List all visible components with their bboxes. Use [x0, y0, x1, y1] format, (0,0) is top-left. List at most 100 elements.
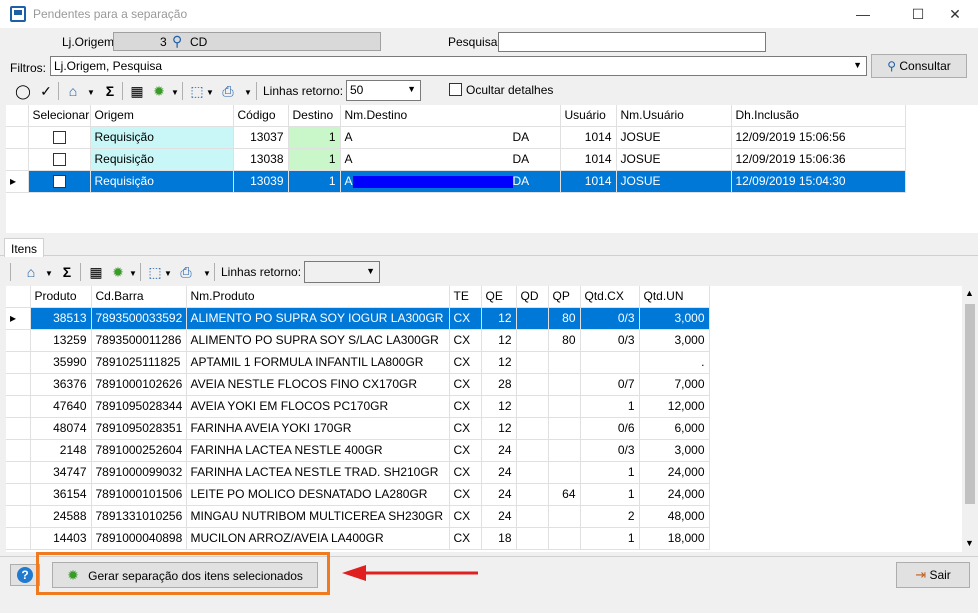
- home-icon[interactable]: ⌂: [64, 82, 82, 100]
- home-icon[interactable]: ⌂: [22, 263, 40, 281]
- caret-down-icon[interactable]: ▼: [206, 88, 214, 97]
- table-cell: CX: [449, 505, 482, 528]
- scroll-down-icon[interactable]: ▼: [965, 538, 974, 548]
- table-cell: [516, 439, 549, 462]
- gerar-separacao-label: Gerar separação dos itens selecionados: [88, 569, 303, 583]
- table-row[interactable]: 34747 7891000099032 FARINHA LACTEA NESTLE …: [6, 461, 710, 484]
- caret-down-icon[interactable]: ▼: [244, 88, 252, 97]
- table-row[interactable]: Requisição 13037 1 A DA 1014 JOSUE 12/09/…: [6, 126, 906, 149]
- select-cell[interactable]: [28, 148, 91, 171]
- column-header[interactable]: TE: [449, 286, 482, 308]
- select-checkbox[interactable]: [52, 131, 66, 145]
- table-row[interactable]: 36376 7891000102626 AVEIA NESTLE FLOCOS FI…: [6, 373, 710, 396]
- grid-icon[interactable]: ▦: [128, 82, 146, 100]
- nm-destino-suffix: DA: [512, 174, 530, 188]
- table-row-selected[interactable]: ▸ Requisição 13039 1 A DA 1014 JOSUE 12/0…: [6, 170, 906, 193]
- chevron-down-icon: ▼: [407, 84, 416, 94]
- sigma-icon[interactable]: Σ: [58, 263, 76, 281]
- column-header[interactable]: Selecionar: [28, 105, 91, 127]
- table-cell: CX: [449, 307, 482, 330]
- column-header[interactable]: Nm.Produto: [186, 286, 450, 308]
- filtros-select[interactable]: Lj.Origem, Pesquisa ▼: [50, 56, 867, 76]
- table-row[interactable]: 35990 7891025111825 APTAMIL 1 FORMULA INFA…: [6, 351, 710, 374]
- itens-linhas-retorno-select[interactable]: ▼: [304, 261, 380, 283]
- title-bar: Pendentes para a separação — ☐ ✕: [0, 0, 978, 28]
- table-row[interactable]: 24588 7891331010256 MINGAU NUTRIBOM MULTIC…: [6, 505, 710, 528]
- toolbar-divider: [256, 82, 257, 100]
- table-row[interactable]: 2148 7891000252604 FARINHA LACTEA NESTLE 4…: [6, 439, 710, 462]
- table-cell: [516, 373, 549, 396]
- column-header[interactable]: QP: [548, 286, 581, 308]
- column-header[interactable]: Código: [233, 105, 289, 127]
- table-row[interactable]: 47640 7891095028344 AVEIA YOKI EM FLOCOS P…: [6, 395, 710, 418]
- ocultar-detalhes-checkbox[interactable]: [449, 83, 462, 96]
- column-header[interactable]: Destino: [288, 105, 341, 127]
- row-header-cell: [6, 286, 31, 308]
- table-cell: [548, 505, 581, 528]
- scroll-up-icon[interactable]: ▲: [965, 288, 974, 298]
- table-cell: 7891000252604: [91, 439, 187, 462]
- table-cell: 24: [481, 461, 517, 484]
- column-header[interactable]: Produto: [30, 286, 92, 308]
- column-header[interactable]: Nm.Usuário: [616, 105, 732, 127]
- pesquisa-input[interactable]: [498, 32, 766, 52]
- dh-inclusao-cell: 12/09/2019 15:06:56: [731, 126, 906, 149]
- filtros-value: Lj.Origem, Pesquisa: [54, 59, 163, 73]
- table-row[interactable]: 36154 7891000101506 LEITE PO MOLICO DESNAT…: [6, 483, 710, 506]
- check-circle-icon[interactable]: ✓: [37, 82, 55, 100]
- column-header[interactable]: Nm.Destino: [340, 105, 561, 127]
- row-header-cell: [6, 395, 31, 418]
- select-checkbox[interactable]: [52, 153, 66, 167]
- itens-scrollbar[interactable]: ▲ ▼: [962, 286, 978, 552]
- lj-origem-field[interactable]: 3 ⚲ CD: [113, 32, 381, 51]
- caret-down-icon[interactable]: ▼: [164, 269, 172, 278]
- caret-down-icon[interactable]: ▼: [203, 269, 211, 278]
- sigma-icon[interactable]: Σ: [101, 82, 119, 100]
- close-button[interactable]: ✕: [932, 0, 978, 28]
- scrollbar-thumb[interactable]: [965, 304, 975, 504]
- toolbar-divider: [122, 82, 123, 100]
- gear-icon[interactable]: ✹: [109, 263, 127, 281]
- itens-grid: Produto Cd.Barra Nm.Produto TE QE QD QP …: [6, 286, 710, 550]
- caret-down-icon[interactable]: ▼: [45, 269, 53, 278]
- printer-icon[interactable]: ⎙: [177, 263, 195, 281]
- table-cell: 1: [580, 527, 640, 550]
- nm-usuario-cell: JOSUE: [616, 126, 732, 149]
- caret-down-icon[interactable]: ▼: [129, 269, 137, 278]
- tab-itens[interactable]: Itens: [4, 238, 44, 257]
- gear-icon[interactable]: ✹: [150, 82, 168, 100]
- table-row-selected[interactable]: ▸ 38513 7893500033592 ALIMENTO PO SUPRA SOY…: [6, 307, 710, 330]
- column-header[interactable]: QE: [481, 286, 517, 308]
- column-header[interactable]: Origem: [90, 105, 234, 127]
- export-icon[interactable]: ⬚: [188, 82, 206, 100]
- table-row[interactable]: 14403 7891000040898 MUCILON ARROZ/AVEIA LA…: [6, 527, 710, 550]
- radio-empty-icon[interactable]: ◯: [14, 82, 32, 100]
- table-row[interactable]: 48074 7891095028351 FARINHA AVEIA YOKI 170…: [6, 417, 710, 440]
- printer-icon[interactable]: ⎙: [219, 82, 237, 100]
- nm-destino-cell: A DA: [340, 126, 561, 149]
- export-icon[interactable]: ⬚: [146, 263, 164, 281]
- table-row[interactable]: Requisição 13038 1 A DA 1014 JOSUE 12/09/…: [6, 148, 906, 171]
- grid-icon[interactable]: ▦: [87, 263, 105, 281]
- column-header[interactable]: Qtd.CX: [580, 286, 640, 308]
- linhas-retorno-select[interactable]: 50 ▼: [346, 80, 421, 101]
- table-cell: 48074: [30, 417, 92, 440]
- column-header[interactable]: QD: [516, 286, 549, 308]
- column-header[interactable]: Qtd.UN: [639, 286, 710, 308]
- caret-down-icon[interactable]: ▼: [171, 88, 179, 97]
- gerar-separacao-button[interactable]: ✹ Gerar separação dos itens selecionados: [52, 562, 318, 588]
- consultar-button[interactable]: ⚲ Consultar: [871, 54, 967, 78]
- toolbar-divider: [58, 82, 59, 100]
- select-checkbox[interactable]: [52, 175, 66, 189]
- select-cell[interactable]: [28, 170, 91, 193]
- column-header[interactable]: Cd.Barra: [91, 286, 187, 308]
- table-cell: CX: [449, 461, 482, 484]
- table-row[interactable]: 13259 7893500011286 ALIMENTO PO SUPRA SOY …: [6, 329, 710, 352]
- sair-button[interactable]: ⇥ Sair: [896, 562, 970, 588]
- search-icon[interactable]: ⚲: [172, 33, 182, 50]
- minimize-button[interactable]: —: [840, 0, 886, 28]
- select-cell[interactable]: [28, 126, 91, 149]
- column-header[interactable]: Usuário: [560, 105, 617, 127]
- caret-down-icon[interactable]: ▼: [87, 88, 95, 97]
- column-header[interactable]: Dh.Inclusão: [731, 105, 906, 127]
